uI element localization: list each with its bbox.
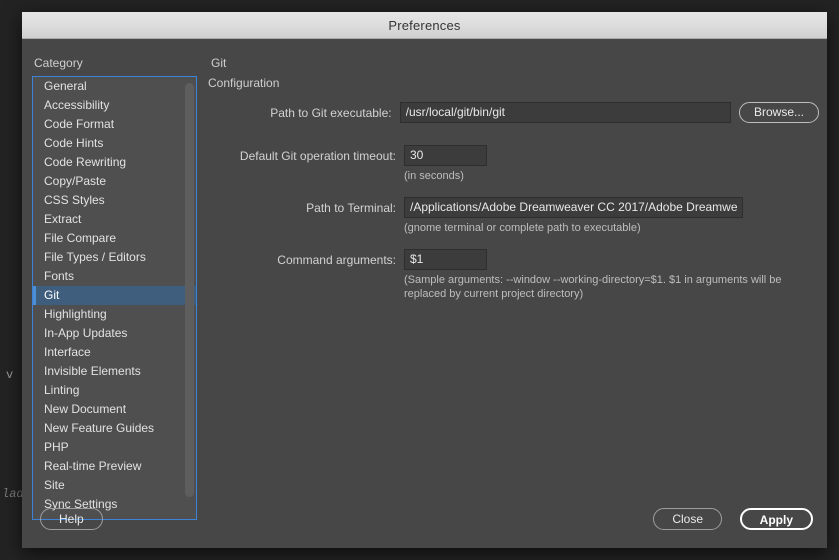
sidebar-item-label: Code Format bbox=[44, 117, 115, 131]
sidebar-item-label: Git bbox=[44, 288, 60, 302]
command-arguments-label: Command arguments: bbox=[277, 253, 396, 267]
timeout-label: Default Git operation timeout: bbox=[239, 149, 396, 163]
sidebar-item-new-feature-guides[interactable]: New Feature Guides bbox=[33, 419, 196, 438]
browse-button[interactable]: Browse... bbox=[738, 102, 819, 123]
sidebar-item-file-compare[interactable]: File Compare bbox=[33, 229, 196, 248]
terminal-path-row: Path to Terminal: bbox=[208, 197, 819, 218]
sidebar-item-interface[interactable]: Interface bbox=[33, 343, 196, 362]
dialog-body: Category Git General Accessibility Code Fo… bbox=[22, 39, 827, 548]
sidebar-item-label: New Feature Guides bbox=[44, 421, 155, 435]
category-column-header: Category bbox=[34, 56, 83, 70]
close-button[interactable]: Close bbox=[653, 508, 722, 530]
dialog-titlebar[interactable]: Preferences bbox=[22, 12, 827, 39]
configuration-section-title: Configuration bbox=[208, 76, 280, 90]
sidebar-item-label: Site bbox=[44, 478, 65, 492]
sidebar-item-label: File Compare bbox=[44, 231, 117, 245]
sidebar-item-label: CSS Styles bbox=[44, 193, 105, 207]
sidebar-item-site[interactable]: Site bbox=[33, 476, 196, 495]
terminal-path-label: Path to Terminal: bbox=[306, 201, 396, 215]
sidebar-item-label: Accessibility bbox=[44, 98, 110, 112]
preferences-dialog: Preferences Category Git General Accessib… bbox=[22, 12, 827, 548]
apply-button[interactable]: Apply bbox=[739, 508, 813, 530]
sidebar-item-in-app-updates[interactable]: In-App Updates bbox=[33, 324, 196, 343]
sidebar-item-label: Fonts bbox=[44, 269, 75, 283]
backdrop-code-fragment-2: lad bbox=[2, 487, 24, 501]
sidebar-item-code-format[interactable]: Code Format bbox=[33, 115, 196, 134]
panel-column-header: Git bbox=[211, 56, 227, 70]
sidebar-item-label: Invisible Elements bbox=[44, 364, 141, 378]
sidebar-item-label: Code Rewriting bbox=[44, 155, 127, 169]
sidebar-item-highlighting[interactable]: Highlighting bbox=[33, 305, 196, 324]
sidebar-item-label: New Document bbox=[44, 402, 127, 416]
help-button[interactable]: Help bbox=[40, 508, 103, 530]
sidebar-item-general[interactable]: General bbox=[33, 77, 196, 96]
sidebar-item-git[interactable]: Git bbox=[33, 286, 196, 305]
git-path-input[interactable] bbox=[399, 102, 731, 123]
sidebar-item-accessibility[interactable]: Accessibility bbox=[33, 96, 196, 115]
command-arguments-input[interactable] bbox=[404, 249, 487, 270]
sidebar-item-new-document[interactable]: New Document bbox=[33, 400, 196, 419]
terminal-path-input[interactable] bbox=[404, 197, 743, 218]
timeout-hint: (in seconds) bbox=[404, 170, 464, 182]
sidebar-item-label: Real-time Preview bbox=[44, 459, 142, 473]
command-arguments-row: Command arguments: bbox=[208, 249, 819, 270]
sidebar-item-label: In-App Updates bbox=[44, 326, 128, 340]
sidebar-item-real-time-preview[interactable]: Real-time Preview bbox=[33, 457, 196, 476]
sidebar-item-css-styles[interactable]: CSS Styles bbox=[33, 191, 196, 210]
sidebar-item-label: Copy/Paste bbox=[44, 174, 107, 188]
sidebar-item-label: File Types / Editors bbox=[44, 250, 146, 264]
sidebar-item-invisible-elements[interactable]: Invisible Elements bbox=[33, 362, 196, 381]
dialog-footer: Help Close Apply bbox=[22, 497, 827, 548]
git-settings-panel: Configuration Path to Git executable: Br… bbox=[208, 76, 819, 494]
sidebar-item-extract[interactable]: Extract bbox=[33, 210, 196, 229]
sidebar-item-label: Interface bbox=[44, 345, 91, 359]
category-list[interactable]: General Accessibility Code Format Code Hint… bbox=[32, 76, 197, 520]
command-arguments-hint: (Sample arguments: --window --working-di… bbox=[404, 274, 782, 300]
backdrop-code-fragment-1: v bbox=[6, 368, 14, 382]
timeout-input[interactable] bbox=[404, 145, 487, 166]
sidebar-item-php[interactable]: PHP bbox=[33, 438, 196, 457]
dialog-title: Preferences bbox=[388, 17, 461, 33]
sidebar-item-fonts[interactable]: Fonts bbox=[33, 267, 196, 286]
sidebar-item-file-types-editors[interactable]: File Types / Editors bbox=[33, 248, 196, 267]
sidebar-item-linting[interactable]: Linting bbox=[33, 381, 196, 400]
git-path-label: Path to Git executable: bbox=[270, 106, 392, 120]
sidebar-item-label: Extract bbox=[44, 212, 82, 226]
sidebar-item-label: General bbox=[44, 79, 87, 93]
sidebar-item-label: Linting bbox=[44, 383, 80, 397]
git-path-row: Path to Git executable: Browse... bbox=[208, 102, 819, 123]
sidebar-item-label: Code Hints bbox=[44, 136, 104, 150]
sidebar-item-label: Highlighting bbox=[44, 307, 107, 321]
sidebar-item-code-rewriting[interactable]: Code Rewriting bbox=[33, 153, 196, 172]
sidebar-item-copy-paste[interactable]: Copy/Paste bbox=[33, 172, 196, 191]
timeout-row: Default Git operation timeout: bbox=[208, 145, 819, 166]
terminal-path-hint: (gnome terminal or complete path to exec… bbox=[404, 222, 641, 234]
sidebar-item-label: PHP bbox=[44, 440, 69, 454]
sidebar-item-code-hints[interactable]: Code Hints bbox=[33, 134, 196, 153]
